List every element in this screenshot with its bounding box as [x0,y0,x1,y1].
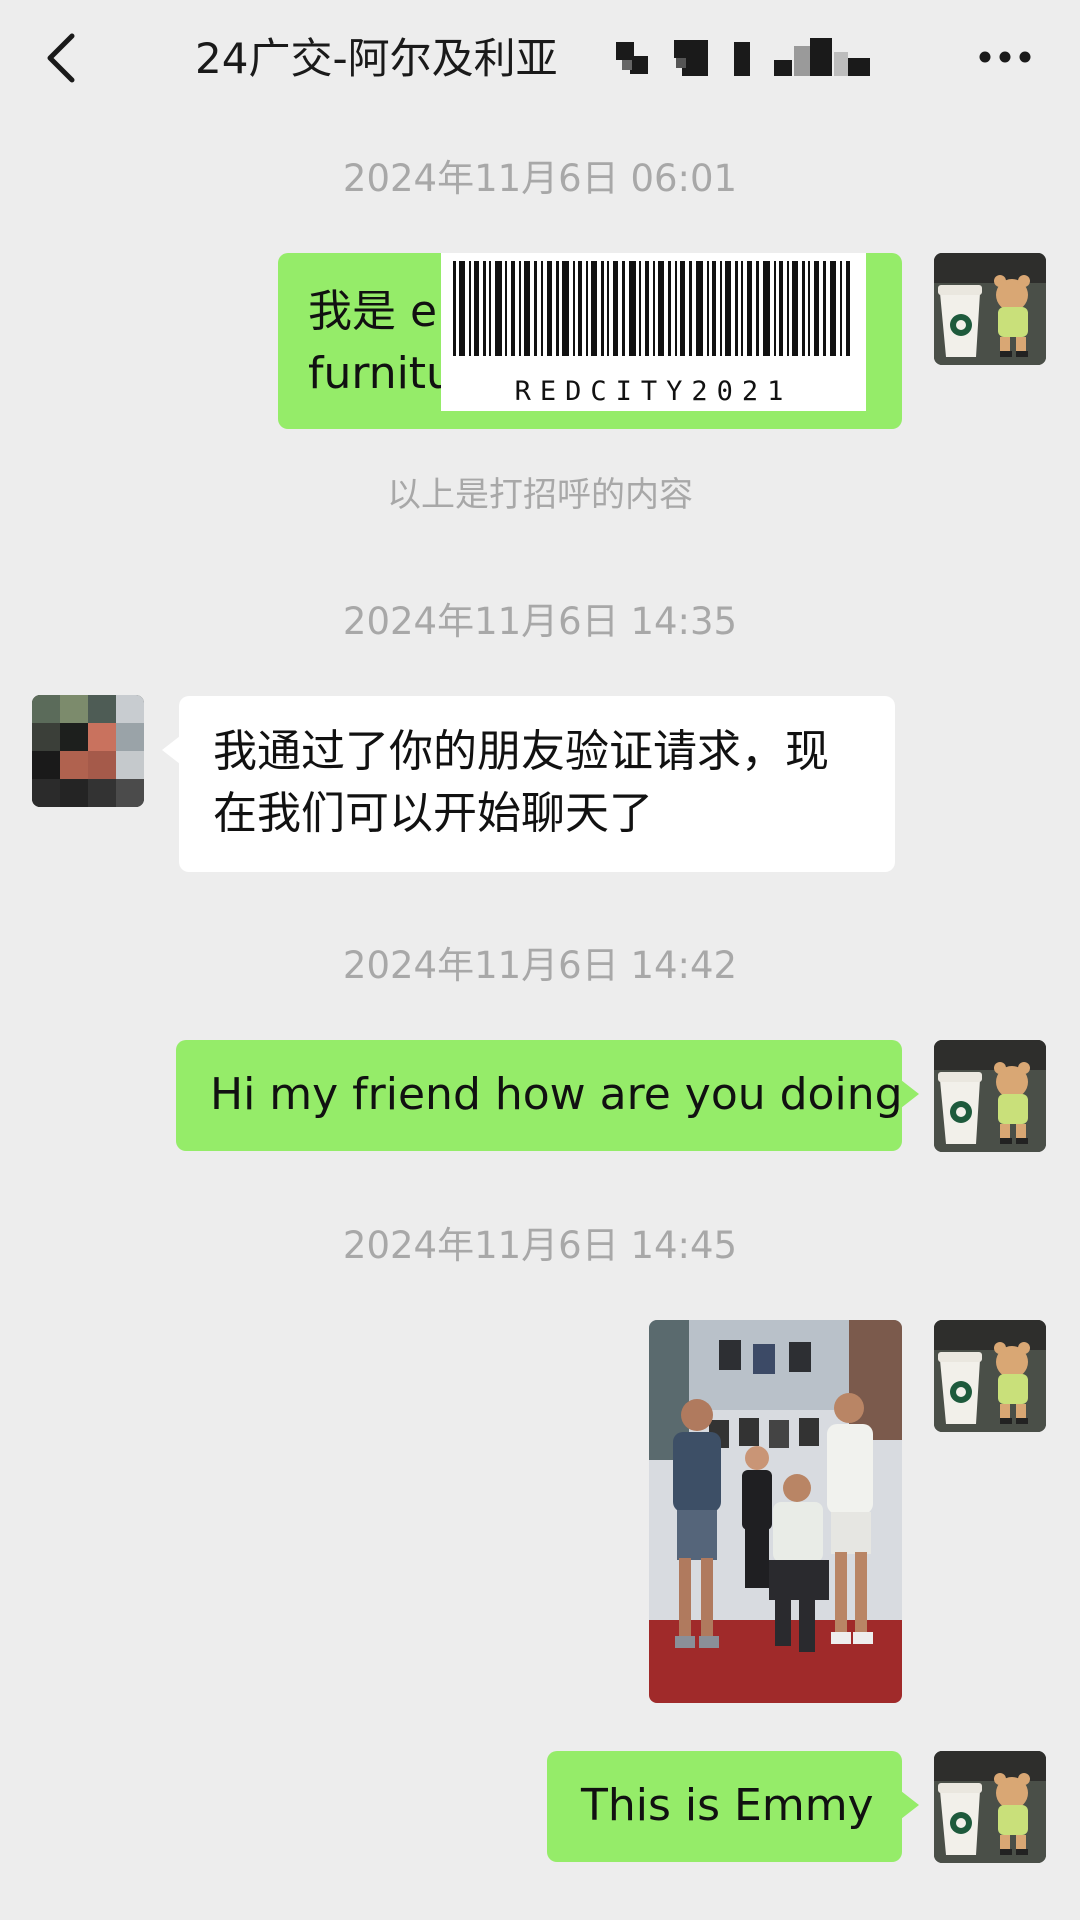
chevron-left-icon [47,33,75,83]
more-options-button[interactable] [975,35,1035,79]
timestamp: 2024年11月6日 14:35 [342,600,738,643]
avatar-starbucks-bear-image [934,1320,1046,1432]
message-bubble-self[interactable]: Hi my friend how are you doing [176,1040,919,1151]
barcode-graphic [453,261,850,356]
avatar-self[interactable] [934,1320,1046,1432]
avatar-contact[interactable] [32,695,144,807]
message-bubble-contact[interactable]: 我通过了你的朋友验证请求，现 在我们可以开始聊天了 [162,696,895,872]
message-bubble-self[interactable]: This is Emmy [547,1751,919,1862]
barcode-label: REDCITY2021 [514,376,793,407]
message-bubble-self[interactable]: 我是 er furnitu REDCITY2021 [278,253,902,429]
message-text-line: 我通过了你的朋友验证请求，现 [213,726,829,777]
more-dots-icon [979,51,1031,63]
chat-screen: 24广交-阿尔及利亚 2024年11月6日 06:01 我是 er furnit… [0,0,1080,1920]
timestamp: 2024年11月6日 14:42 [342,944,738,987]
barcode-sticker: REDCITY2021 [441,253,866,411]
chat-title: 24广交-阿尔及利亚 [195,34,558,83]
avatar-self[interactable] [934,253,1046,365]
pixelated-name-mosaic [616,38,870,76]
timestamp: 2024年11月6日 14:45 [342,1224,738,1267]
avatar-starbucks-bear-image [934,1751,1046,1863]
back-button[interactable] [38,28,88,88]
chat-header: 24广交-阿尔及利亚 [0,0,1080,115]
photo-people-showroom-image [649,1320,902,1703]
avatar-self[interactable] [934,1040,1046,1152]
avatar-self[interactable] [934,1751,1046,1863]
avatar-starbucks-bear-image [934,253,1046,365]
avatar-pixelated-image [32,695,144,807]
avatar-starbucks-bear-image [934,1040,1046,1152]
system-note: 以上是打招呼的内容 [387,475,693,515]
message-photo[interactable] [649,1320,902,1703]
message-text-line: 在我们可以开始聊天了 [213,788,653,839]
timestamp: 2024年11月6日 06:01 [342,157,738,200]
